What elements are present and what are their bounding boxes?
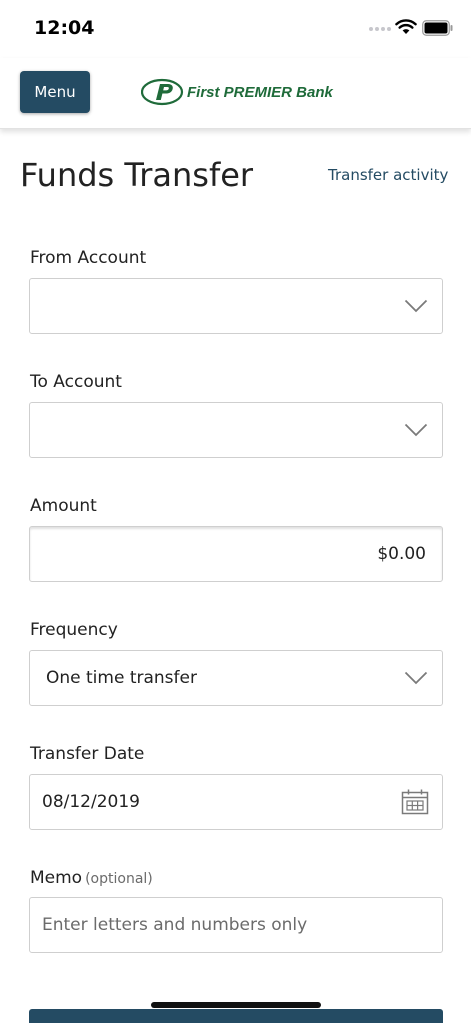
bank-name: First PREMIER Bank	[187, 83, 333, 101]
frequency-label: Frequency	[30, 620, 118, 640]
chevron-down-icon	[404, 671, 428, 685]
to-account-select[interactable]	[29, 402, 443, 458]
app-header: Menu First PREMIER Bank	[0, 58, 471, 129]
memo-optional-note: (optional)	[85, 871, 153, 887]
amount-label: Amount	[30, 496, 97, 516]
transfer-date-label: Transfer Date	[30, 744, 145, 764]
amount-input[interactable]: $0.00	[29, 526, 443, 582]
cellular-signal-icon	[369, 27, 391, 31]
calendar-icon[interactable]	[401, 788, 429, 816]
transfer-date-input[interactable]: 08/12/2019	[29, 774, 443, 830]
from-account-select[interactable]	[29, 278, 443, 334]
home-indicator	[151, 1002, 321, 1008]
submit-button[interactable]	[29, 1009, 443, 1023]
memo-placeholder: Enter letters and numbers only	[42, 915, 308, 935]
battery-icon	[422, 20, 453, 36]
transfer-activity-link[interactable]: Transfer activity	[328, 166, 448, 184]
menu-button[interactable]: Menu	[20, 71, 90, 113]
frequency-select[interactable]: One time transfer	[29, 650, 443, 706]
status-bar: 12:04	[0, 0, 471, 58]
transfer-date-value: 08/12/2019	[42, 792, 140, 812]
from-account-label: From Account	[30, 248, 147, 268]
page-title: Funds Transfer	[20, 156, 254, 194]
bank-logo-icon	[141, 78, 184, 106]
memo-input[interactable]: Enter letters and numbers only	[29, 897, 443, 953]
status-time: 12:04	[34, 17, 95, 39]
bank-logo: First PREMIER Bank	[141, 78, 333, 106]
memo-label-text: Memo	[30, 868, 83, 888]
memo-label: Memo (optional)	[30, 868, 153, 888]
chevron-down-icon	[404, 299, 428, 313]
wifi-icon	[395, 19, 417, 34]
to-account-label: To Account	[30, 372, 122, 392]
frequency-value: One time transfer	[46, 668, 197, 688]
amount-value: $0.00	[377, 544, 426, 564]
chevron-down-icon	[404, 423, 428, 437]
